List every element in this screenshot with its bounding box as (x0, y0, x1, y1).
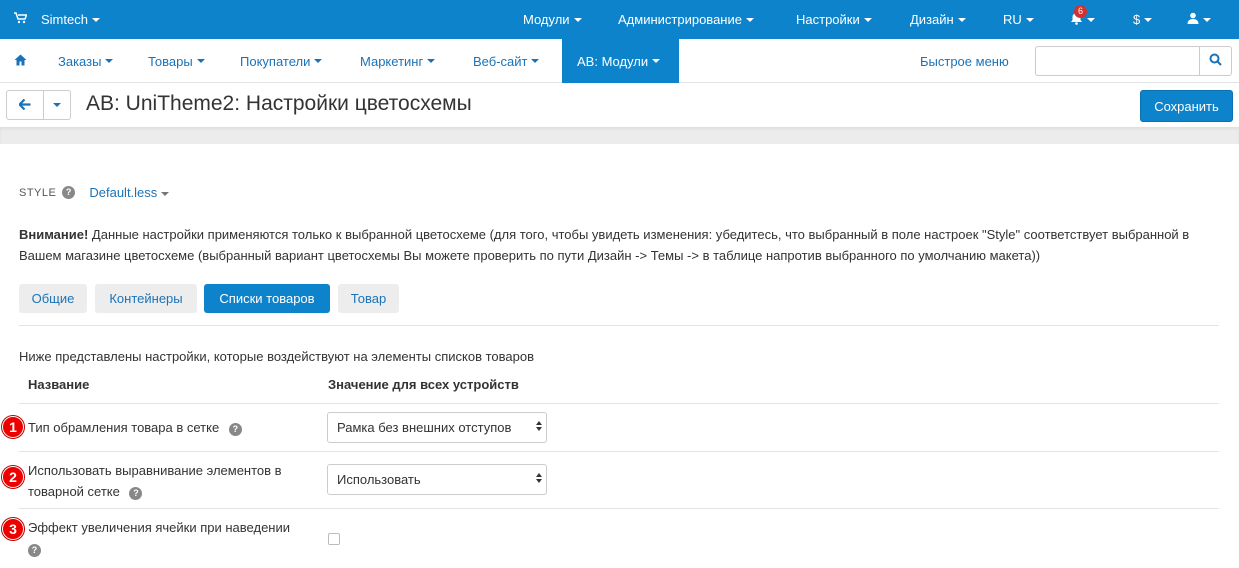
select-value: Рамка без внешних отступов (337, 420, 512, 435)
chevron-down-icon (53, 103, 61, 107)
annotation-marker: 1 (2, 416, 24, 438)
language-switcher[interactable]: RU (1003, 0, 1034, 39)
nav-website[interactable]: Веб-сайт (473, 39, 540, 83)
top-navbar: Simtech Модули Администрирование Настрой… (0, 0, 1239, 39)
nav-website-label: Веб-сайт (473, 53, 528, 69)
page-title: AB: UniTheme2: Настройки цветосхемы (86, 92, 472, 115)
currency-switcher[interactable]: $ (1133, 0, 1153, 39)
nav-marketing-label: Маркетинг (360, 53, 424, 69)
save-button[interactable]: Сохранить (1140, 90, 1233, 122)
select-arrows-icon (536, 421, 542, 431)
help-icon[interactable]: ? (129, 487, 143, 500)
store-name: Simtech (41, 12, 88, 27)
hover-zoom-checkbox[interactable] (328, 533, 340, 545)
nav-orders[interactable]: Заказы (58, 39, 114, 83)
topnav-settings-label: Настройки (796, 12, 860, 27)
help-icon[interactable]: ? (228, 423, 242, 436)
chevron-down-icon (196, 59, 205, 63)
divider-strip (0, 127, 1239, 144)
nav-orders-label: Заказы (58, 53, 102, 69)
setting-label-line2: товарной сетке (28, 484, 120, 499)
column-header-value: Значение для всех устройств (328, 377, 519, 392)
chevron-down-icon (1087, 17, 1095, 22)
divider (19, 508, 1219, 509)
style-value: Default.less (89, 185, 158, 200)
setting-label-text: Тип обрамления товара в сетке (28, 420, 220, 435)
chevron-down-icon (1144, 17, 1153, 22)
setting-label-line1: Использовать выравнивание элементов в (28, 463, 282, 478)
chevron-down-icon (531, 59, 540, 63)
quick-menu-link[interactable]: Быстрое меню (920, 39, 1009, 83)
chevron-down-icon (91, 17, 100, 22)
divider (19, 451, 1219, 452)
topnav-settings[interactable]: Настройки (796, 0, 872, 39)
setting-label: Тип обрамления товара в сетке ? (28, 417, 242, 438)
select-value: Использовать (337, 472, 421, 487)
nav-customers-label: Покупатели (240, 53, 311, 69)
chevron-down-icon (652, 59, 661, 63)
setting-label-text: Эффект увеличения ячейки при наведении (28, 520, 291, 535)
tab-product[interactable]: Товар (338, 284, 399, 313)
nav-ab-modules-label: AB: Модули (577, 53, 649, 69)
chevron-down-icon (573, 17, 582, 22)
tab-product-lists[interactable]: Списки товаров (204, 284, 330, 313)
language-label: RU (1003, 12, 1022, 27)
home-button[interactable] (14, 39, 27, 83)
topnav-administration[interactable]: Администрирование (618, 0, 754, 39)
arrow-left-icon (17, 98, 31, 113)
topnav-modules[interactable]: Модули (523, 0, 582, 39)
notice-bold: Внимание! (19, 227, 89, 242)
search-button[interactable] (1199, 46, 1232, 76)
setting-label: Использовать выравнивание элементов в то… (28, 460, 282, 502)
back-button[interactable] (6, 90, 44, 120)
select-arrows-icon (536, 473, 542, 483)
style-setting: STYLE ? Default.less (19, 185, 170, 200)
store-switcher[interactable]: Simtech (14, 0, 100, 39)
topnav-modules-label: Модули (523, 12, 570, 27)
chevron-down-icon (1025, 17, 1034, 22)
column-header-name: Название (28, 377, 90, 392)
help-icon[interactable]: ? (28, 544, 41, 557)
section-intro: Ниже представлены настройки, которые воз… (19, 349, 534, 364)
history-dropdown-button[interactable] (44, 90, 71, 120)
cart-icon (14, 12, 28, 27)
user-menu[interactable] (1187, 0, 1211, 39)
nav-customers[interactable]: Покупатели (240, 39, 323, 83)
chevron-down-icon (427, 59, 436, 63)
search-input[interactable] (1035, 46, 1199, 76)
chevron-down-icon (863, 17, 872, 22)
topnav-design-label: Дизайн (910, 12, 954, 27)
annotation-marker: 3 (2, 518, 24, 540)
frame-type-select[interactable]: Рамка без внешних отступов (327, 412, 547, 443)
home-icon (14, 54, 27, 69)
chevron-down-icon (1203, 17, 1211, 22)
annotation-marker: 2 (2, 466, 24, 488)
chevron-down-icon (957, 17, 966, 22)
divider (19, 403, 1219, 404)
alignment-select[interactable]: Использовать (327, 464, 547, 495)
tab-general[interactable]: Общие (19, 284, 87, 313)
nav-ab-modules[interactable]: AB: Модули (562, 39, 679, 83)
style-label: STYLE (19, 186, 57, 199)
user-icon (1187, 12, 1199, 27)
warning-notice: Внимание! Данные настройки применяются т… (19, 224, 1219, 266)
notifications-badge: 6 (1074, 5, 1088, 18)
nav-products-label: Товары (148, 53, 193, 69)
currency-label: $ (1133, 12, 1141, 27)
topnav-design[interactable]: Дизайн (910, 0, 966, 39)
chevron-down-icon (314, 59, 323, 63)
nav-products[interactable]: Товары (148, 39, 205, 83)
tab-containers[interactable]: Контейнеры (95, 284, 197, 313)
divider (19, 325, 1219, 326)
notice-text: Данные настройки применяются только к вы… (19, 227, 1190, 263)
search-icon (1209, 53, 1222, 69)
setting-label: Эффект увеличения ячейки при наведении ? (28, 517, 290, 559)
topnav-administration-label: Администрирование (618, 12, 742, 27)
help-icon[interactable]: ? (62, 186, 76, 199)
chevron-down-icon (745, 17, 754, 22)
chevron-down-icon (105, 59, 114, 63)
chevron-down-icon (161, 191, 170, 196)
style-dropdown[interactable]: Default.less (89, 185, 170, 200)
nav-marketing[interactable]: Маркетинг (360, 39, 436, 83)
